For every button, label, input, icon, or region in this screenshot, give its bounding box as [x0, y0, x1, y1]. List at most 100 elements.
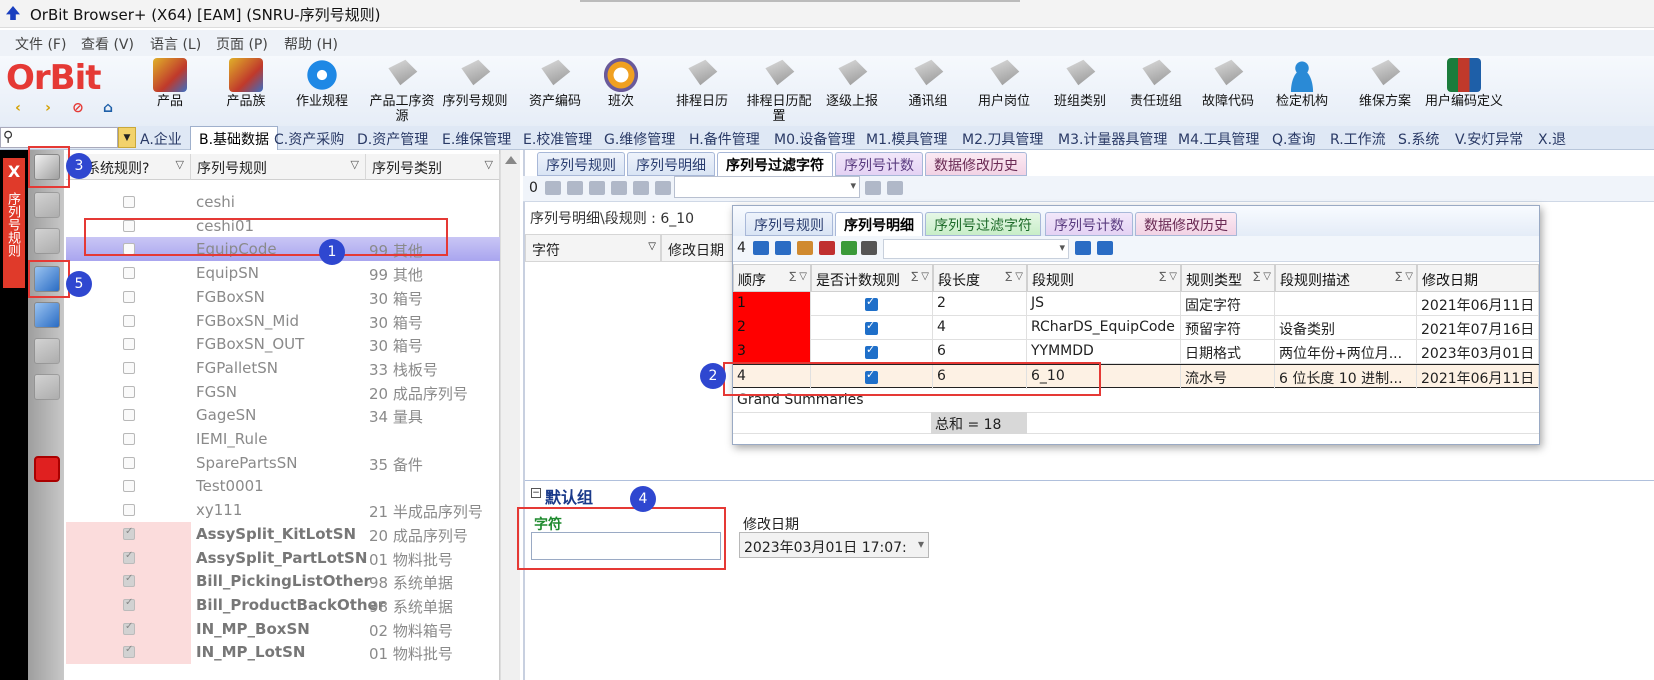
system-rule-checkbox[interactable]	[123, 480, 135, 493]
popup-col-header[interactable]: 修改日期	[1417, 264, 1539, 292]
sum-filter-icon[interactable]: ∑ ▽	[789, 271, 807, 282]
toolbar-button[interactable]: 通讯组	[898, 58, 958, 109]
system-rule-checkbox[interactable]	[123, 504, 135, 517]
col-header-date[interactable]: 修改日期	[661, 234, 741, 262]
back-icon[interactable]: ‹	[10, 100, 26, 116]
count-rule-checkbox[interactable]	[865, 319, 878, 335]
power-icon[interactable]	[34, 456, 60, 482]
undo-icon[interactable]	[34, 302, 60, 328]
columns-icon[interactable]	[861, 241, 877, 255]
popup-tab-history[interactable]: 数据修改历史	[1135, 212, 1237, 236]
module-tab[interactable]: M3.计量器具管理	[1058, 129, 1167, 149]
system-rule-checkbox[interactable]	[123, 433, 135, 445]
table-row[interactable]: FGSN 20 成品序列号	[66, 380, 500, 404]
sum-filter-icon[interactable]: ∑ ▽	[1005, 271, 1023, 282]
system-rule-checkbox[interactable]	[123, 267, 135, 280]
expand-icon[interactable]	[1097, 241, 1113, 255]
hand-icon[interactable]	[589, 181, 605, 195]
system-rule-checkbox[interactable]	[123, 338, 135, 351]
module-tab[interactable]: R.工作流	[1330, 129, 1386, 149]
table-row[interactable]: FGBoxSN 30 箱号	[66, 285, 500, 309]
system-rule-checkbox[interactable]	[123, 456, 135, 469]
left-scrollbar[interactable]	[500, 150, 520, 680]
popup-col-header[interactable]: 是否计数规则 ∑ ▽	[811, 264, 933, 292]
system-rule-checkbox[interactable]	[123, 290, 135, 303]
popup-table-row[interactable]: 3 6 YYMMDD 日期格式 两位年份+两位月... 2023年03月01日	[733, 340, 1539, 364]
delete-icon[interactable]	[34, 338, 60, 364]
date-field[interactable]: 2023年03月01日 17:07:	[739, 532, 929, 558]
table-row[interactable]: FGBoxSN_Mid 30 箱号	[66, 309, 500, 333]
system-rule-checkbox[interactable]	[123, 550, 135, 564]
collapse-icon[interactable]: −	[531, 488, 541, 498]
popup-col-header[interactable]: 段长度 ∑ ▽	[933, 264, 1027, 292]
export-icon[interactable]	[841, 241, 857, 255]
system-rule-checkbox[interactable]	[123, 314, 135, 327]
menu-language[interactable]: 语言 (L)	[150, 34, 201, 54]
menu-view[interactable]: 查看 (V)	[81, 34, 134, 54]
popup-table-row[interactable]: 1 2 JS 固定字符 2021年06月11日	[733, 292, 1539, 316]
module-tab[interactable]: Q.查询	[1272, 129, 1315, 149]
col-header-category[interactable]: 序列号类别 ▽	[366, 154, 500, 180]
module-tab[interactable]: D.资产管理	[357, 129, 428, 149]
module-tab[interactable]: M4.工具管理	[1178, 129, 1259, 149]
toolbar-button[interactable]: 排程日历	[672, 58, 732, 109]
toolbar-button[interactable]: 产品	[150, 58, 190, 109]
toolbar-button[interactable]: 检定机构	[1272, 58, 1332, 109]
system-rule-checkbox[interactable]	[123, 361, 135, 374]
module-tab[interactable]: M1.模具管理	[866, 129, 947, 149]
table-row[interactable]: IN_MP_BoxSN 02 物料箱号	[66, 616, 500, 641]
toolbar-button[interactable]: 责任班组	[1126, 58, 1186, 109]
toolbar-button[interactable]: 作业规程	[292, 58, 352, 109]
toolbar-button[interactable]: 维保方案	[1350, 58, 1420, 109]
toolbar-button[interactable]: 排程日历配置	[744, 58, 814, 124]
toolbar-button[interactable]: 用户编码定义	[1424, 58, 1504, 109]
toolbar-button[interactable]: 故障代码	[1198, 58, 1258, 109]
tab-serial-detail[interactable]: 序列号明细	[627, 152, 715, 176]
module-tab[interactable]: M2.刀具管理	[962, 129, 1043, 149]
print-icon[interactable]	[34, 374, 60, 400]
home-icon[interactable]: ⌂	[100, 100, 116, 116]
forward-icon[interactable]: ›	[40, 100, 56, 116]
sum-filter-icon[interactable]: ∑ ▽	[1159, 271, 1177, 282]
export-icon[interactable]	[633, 181, 649, 195]
copy-icon[interactable]	[34, 192, 60, 218]
stop-icon[interactable]: ⊘	[70, 100, 86, 116]
popup-col-header[interactable]: 段规则描述 ∑ ▽	[1275, 264, 1417, 292]
detail-filter-select[interactable]	[674, 176, 860, 198]
table-row[interactable]: IEMI_Rule	[66, 427, 500, 451]
table-row[interactable]: SparePartsSN 35 备件	[66, 451, 500, 475]
first-icon[interactable]	[545, 181, 561, 195]
sum-filter-icon[interactable]: ∑ ▽	[1253, 271, 1271, 282]
module-tab[interactable]: E.校准管理	[523, 129, 592, 149]
first-icon[interactable]	[753, 241, 769, 255]
popup-tab-serial-filter[interactable]: 序列号过滤字符	[925, 212, 1041, 236]
toolbar-button[interactable]: 序列号规则	[440, 58, 510, 109]
table-row[interactable]: xy111 21 半成品序列号	[66, 498, 500, 522]
module-tab[interactable]: X.退	[1538, 129, 1566, 149]
table-row[interactable]: IN_MP_LotSN 01 物料批号	[66, 640, 500, 665]
system-rule-checkbox[interactable]	[123, 644, 135, 659]
toolbar-button[interactable]: 资产编码	[520, 58, 590, 109]
module-tab[interactable]: S.系统	[1398, 129, 1439, 149]
table-row[interactable]: EquipSN 99 其他	[66, 261, 500, 285]
sum-filter-icon[interactable]: ∑ ▽	[1395, 271, 1413, 282]
hand-icon[interactable]	[797, 241, 813, 255]
module-dropdown-icon[interactable]: ▼	[118, 127, 136, 148]
system-rule-checkbox[interactable]	[123, 409, 135, 422]
col-header-rule[interactable]: 序列号规则 ▽	[191, 154, 366, 180]
table-row[interactable]: AssySplit_PartLotSN01 物料批号	[66, 545, 500, 570]
toolbar-button[interactable]: 用户岗位	[974, 58, 1034, 109]
system-rule-checkbox[interactable]	[123, 621, 135, 635]
attach-icon[interactable]	[34, 228, 60, 254]
popup-tab-serial-detail[interactable]: 序列号明细	[835, 212, 923, 236]
tab-serial-filter[interactable]: 序列号过滤字符	[717, 152, 833, 176]
expand-icon[interactable]	[887, 181, 903, 195]
menu-help[interactable]: 帮助 (H)	[284, 34, 338, 54]
copy-row-icon[interactable]	[819, 241, 835, 255]
system-rule-checkbox[interactable]	[123, 526, 135, 540]
system-rule-checkbox[interactable]	[123, 573, 135, 588]
popup-filter-select[interactable]	[883, 239, 1069, 259]
filter-icon[interactable]: ▽	[351, 158, 359, 171]
table-row[interactable]: Test0001	[66, 474, 500, 498]
popup-tab-serial-rule[interactable]: 序列号规则	[745, 212, 833, 236]
